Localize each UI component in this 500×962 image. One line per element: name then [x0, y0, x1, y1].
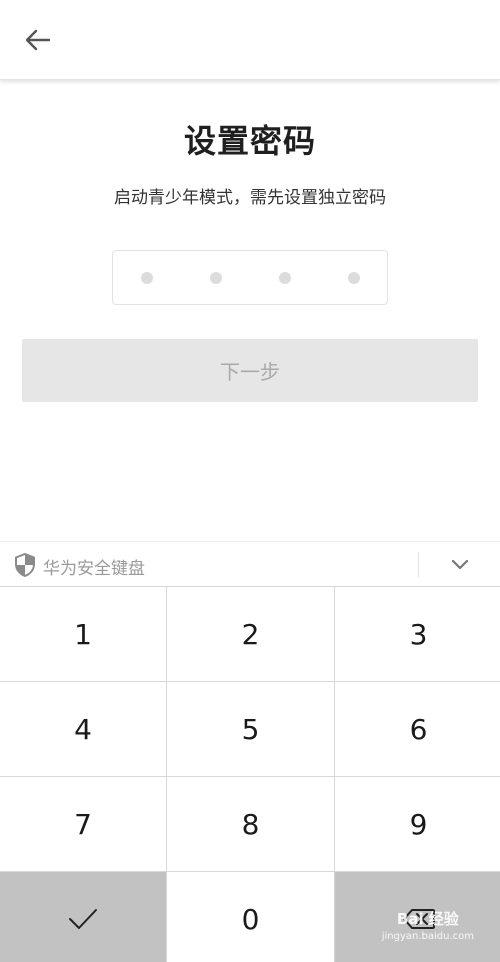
pin-dot: [348, 272, 360, 284]
watermark-logo: Bai 经验: [396, 910, 459, 928]
top-bar: [0, 0, 500, 80]
watermark: Bai 经验 jingyan.baidu.com: [382, 908, 474, 942]
pin-dot: [279, 272, 291, 284]
key-6[interactable]: 6: [335, 682, 500, 776]
key-0[interactable]: 0: [167, 872, 334, 962]
key-2[interactable]: 2: [167, 587, 334, 681]
pin-input[interactable]: [112, 250, 388, 305]
key-3[interactable]: 3: [335, 587, 500, 681]
back-button[interactable]: [18, 22, 58, 58]
page-title: 设置密码: [183, 122, 316, 160]
key-5[interactable]: 5: [167, 682, 334, 776]
key-4[interactable]: 4: [0, 682, 166, 776]
keyboard-header-divider: [418, 552, 419, 577]
confirm-key[interactable]: [0, 872, 166, 962]
keyboard-collapse-button[interactable]: [440, 550, 480, 580]
keyboard-name: 华为安全键盘: [43, 559, 145, 579]
next-button[interactable]: 下一步: [22, 339, 478, 402]
key-1[interactable]: 1: [0, 587, 166, 681]
shield-icon: [15, 553, 35, 577]
watermark-url: jingyan.baidu.com: [381, 931, 474, 942]
keyboard-header: 华为安全键盘: [0, 541, 500, 586]
page-subtitle: 启动青少年模式，需先设置独立密码: [114, 188, 386, 208]
pin-dot: [210, 272, 222, 284]
checkmark-icon: [69, 909, 97, 929]
chevron-down-icon: [451, 559, 469, 570]
key-9[interactable]: 9: [335, 777, 500, 871]
numeric-keypad: 1 2 3 4 5 6 7 8 9 0: [0, 586, 500, 962]
arrow-left-icon: [25, 29, 51, 51]
pin-dot: [141, 272, 153, 284]
key-7[interactable]: 7: [0, 777, 166, 871]
key-8[interactable]: 8: [167, 777, 334, 871]
